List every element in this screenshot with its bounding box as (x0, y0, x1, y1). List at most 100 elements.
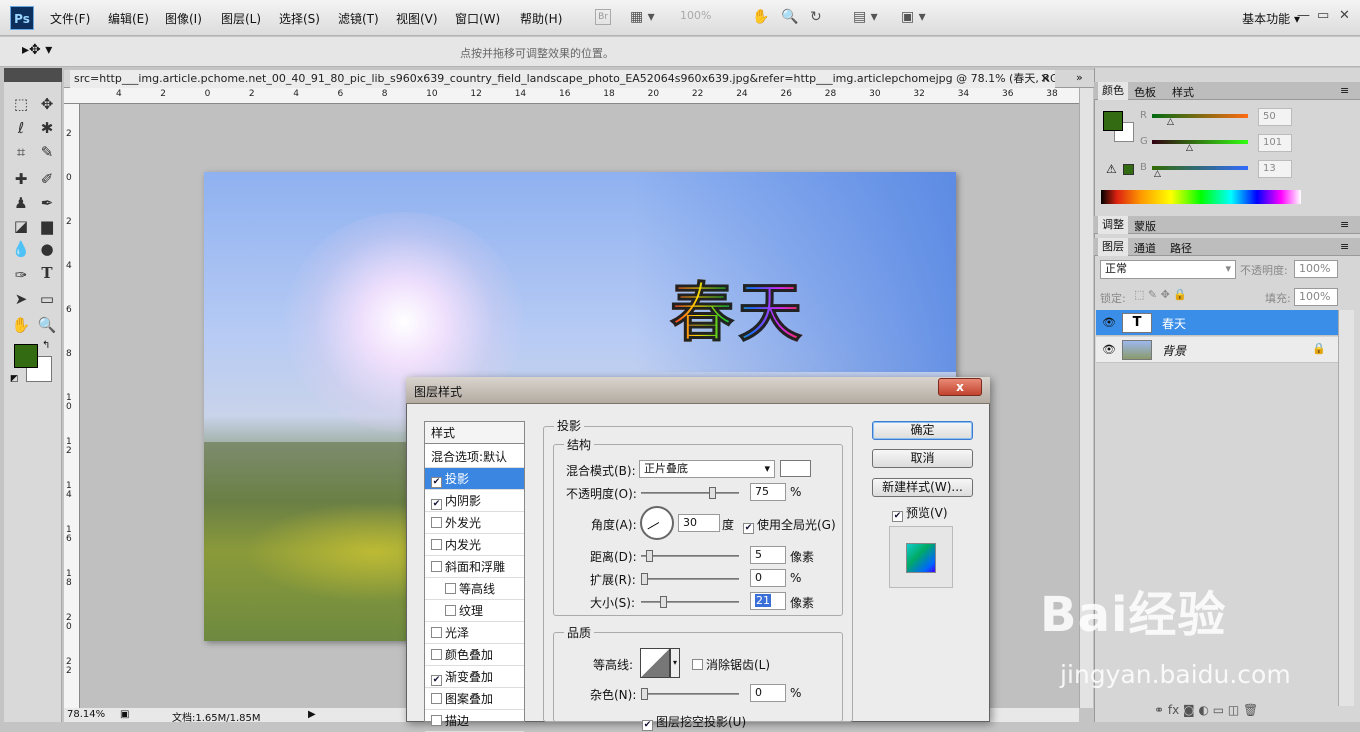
opacity-input[interactable]: 75 (750, 483, 786, 501)
eyedropper-icon[interactable]: ✎ (36, 143, 58, 161)
slider-g-track[interactable] (1152, 140, 1248, 144)
menu-file[interactable]: 文件(F) (50, 10, 90, 27)
clone-stamp-icon[interactable]: ♟ (10, 194, 32, 212)
style-item[interactable]: 描边 (425, 710, 524, 732)
tab-adjustments[interactable]: 调整 (1098, 216, 1128, 234)
checkbox-unchecked-icon[interactable] (431, 517, 442, 528)
distance-slider[interactable] (641, 550, 739, 562)
tab-paths[interactable]: 路径 (1170, 240, 1192, 256)
tab-styles[interactable]: 样式 (1172, 84, 1194, 100)
status-zoom[interactable]: 78.14% (67, 709, 105, 720)
hand-tool-icon[interactable]: ✋ (10, 316, 32, 334)
marquee-tool-icon[interactable]: ⬚ (10, 95, 32, 113)
status-info-icon[interactable]: ▣ (120, 709, 129, 720)
menu-filter[interactable]: 滤镜(T) (338, 10, 379, 27)
panel-menu-icon-3[interactable]: ≡ (1340, 240, 1349, 253)
slider-g-knob[interactable]: △ (1186, 143, 1193, 153)
gamut-warning-icon[interactable]: ⚠ (1106, 162, 1117, 176)
slider-r-knob[interactable]: △ (1167, 117, 1174, 127)
knockout-checkbox[interactable]: ✔ 图层挖空投影(U) (642, 713, 746, 731)
style-item[interactable]: 斜面和浮雕 (425, 556, 524, 578)
zoom-tool-icon-side[interactable]: 🔍 (36, 316, 58, 334)
style-item[interactable]: 光泽 (425, 622, 524, 644)
gradient-tool-icon[interactable]: ▆ (36, 217, 58, 235)
pen-tool-icon[interactable]: ✑ (10, 266, 32, 284)
swap-colors-icon[interactable]: ↰ (42, 340, 50, 351)
dialog-close-button[interactable]: x (938, 378, 982, 396)
style-item[interactable]: ✔ 内阴影 (425, 490, 524, 512)
zoom-tool-icon[interactable]: 🔍 (781, 9, 798, 27)
blend-options-item[interactable]: 混合选项:默认 (425, 446, 524, 468)
checkbox-unchecked-icon[interactable] (431, 693, 442, 704)
ok-button[interactable]: 确定 (872, 421, 973, 440)
layer-name[interactable]: 背景 (1162, 342, 1186, 359)
crop-tool-icon[interactable]: ⌗ (10, 143, 32, 161)
slider-b-knob[interactable]: △ (1154, 169, 1161, 179)
style-item[interactable]: 颜色叠加 (425, 644, 524, 666)
eraser-icon[interactable]: ◪ (10, 217, 32, 235)
panel-expand-icon[interactable]: » (1076, 71, 1083, 84)
zoom-level[interactable]: 100% (680, 9, 711, 27)
style-item[interactable]: ✔ 投影 (425, 468, 524, 490)
history-brush-icon[interactable]: ✒ (36, 194, 58, 212)
checkbox-checked-icon[interactable]: ✔ (431, 477, 442, 488)
blend-mode-select[interactable]: 正片叠底 ▾ (639, 460, 775, 478)
checkbox-unchecked-icon[interactable] (445, 605, 456, 616)
size-input[interactable]: 21 (750, 592, 786, 610)
noise-input[interactable]: 0 (750, 684, 786, 702)
menu-help[interactable]: 帮助(H) (520, 10, 562, 27)
tab-swatches[interactable]: 色板 (1134, 84, 1156, 100)
tab-layers[interactable]: 图层 (1098, 238, 1128, 256)
move-tool-icon[interactable]: ✥ (36, 95, 58, 113)
shape-tool-icon[interactable]: ▭ (36, 290, 58, 308)
slider-g-value[interactable]: 101 (1258, 134, 1292, 152)
move-tool-preset-icon[interactable]: ▸✥ ▾ (22, 42, 52, 58)
layer-fill-input[interactable]: 100% (1294, 288, 1338, 306)
checkbox-checked-icon[interactable]: ✔ (431, 499, 442, 510)
checkbox-checked-icon[interactable]: ✔ (431, 675, 442, 686)
angle-dial[interactable] (640, 506, 674, 540)
panel-menu-icon[interactable]: ≡ (1340, 84, 1349, 97)
layer-name[interactable]: 春天 (1162, 315, 1186, 332)
angle-input[interactable]: 30 (678, 514, 720, 532)
gamut-color-swatch[interactable] (1123, 164, 1134, 175)
magic-wand-icon[interactable]: ✱ (36, 119, 58, 137)
workspace-switcher[interactable]: 基本功能 ▾ (1242, 10, 1300, 27)
panel-menu-icon-2[interactable]: ≡ (1340, 218, 1349, 231)
close-icon[interactable]: ✕ (1339, 8, 1350, 23)
layers-footer-icons[interactable]: ⚭ fx ◙ ◐ ▭ ◫ 🗑 (1154, 703, 1258, 717)
eye-icon[interactable]: 👁 (1102, 316, 1116, 329)
screen-mode-button[interactable]: ▣ ▾ (901, 9, 926, 27)
size-slider[interactable] (641, 596, 739, 608)
preview-checkbox[interactable]: ✔ 预览(V) (892, 504, 948, 522)
document-tab[interactable]: src=http___img.article.pchome.net_00_40_… (70, 70, 1055, 88)
menu-edit[interactable]: 编辑(E) (108, 10, 149, 27)
document-tab-close[interactable]: × (1040, 71, 1050, 85)
slider-r-value[interactable]: 50 (1258, 108, 1292, 126)
checkbox-unchecked-icon[interactable] (431, 649, 442, 660)
spread-input[interactable]: 0 (750, 569, 786, 587)
opacity-slider-knob[interactable] (709, 487, 716, 499)
eye-icon[interactable]: 👁 (1102, 343, 1116, 356)
contour-dropdown-icon[interactable]: ▾ (670, 648, 680, 678)
canvas-text-layer[interactable]: 春天 (670, 262, 806, 354)
layer-row[interactable]: 👁 背景 🔒 (1096, 337, 1338, 363)
checkbox-unchecked-icon[interactable] (431, 561, 442, 572)
style-item[interactable]: 外发光 (425, 512, 524, 534)
style-item[interactable]: 内发光 (425, 534, 524, 556)
distance-slider-knob[interactable] (646, 550, 653, 562)
default-colors-icon[interactable]: ◩ (10, 374, 19, 384)
spread-slider[interactable] (641, 573, 739, 585)
slider-b-track[interactable] (1152, 166, 1248, 170)
healing-brush-icon[interactable]: ✚ (10, 170, 32, 188)
hand-icon[interactable]: ✋ (752, 9, 769, 27)
tab-masks[interactable]: 蒙版 (1134, 218, 1156, 234)
cancel-button[interactable]: 取消 (872, 449, 973, 468)
noise-slider-knob[interactable] (641, 688, 648, 700)
blur-tool-icon[interactable]: 💧 (10, 240, 32, 258)
status-arrow-icon[interactable]: ▶ (308, 709, 316, 720)
noise-slider[interactable] (641, 688, 739, 700)
lock-icons[interactable]: ⬚ ✎ ✥ 🔒 (1134, 288, 1187, 301)
checkbox-unchecked-icon[interactable] (431, 715, 442, 726)
layer-opacity-input[interactable]: 100% (1294, 260, 1338, 278)
